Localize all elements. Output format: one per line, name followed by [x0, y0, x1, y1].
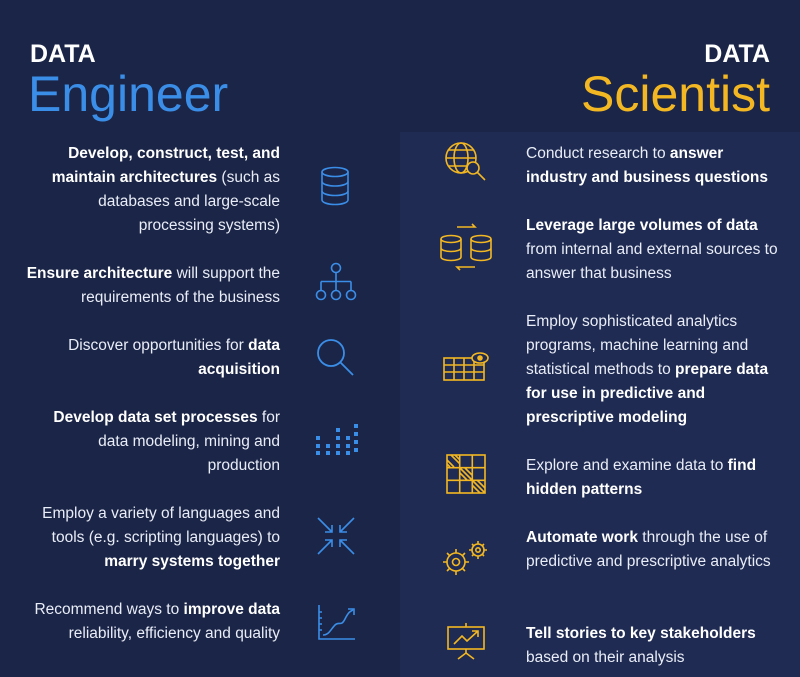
scientist-title: Scientist: [581, 66, 770, 122]
pattern-grid-icon: [446, 454, 486, 494]
data-grid-icon: [314, 422, 358, 456]
engineer-item: Develop, construct, test, and maintain a…: [51, 145, 280, 234]
engineer-item: Employ a variety of languages and tools …: [42, 505, 280, 570]
engineer-kicker: DATA: [30, 40, 96, 68]
scientist-item: Tell stories to key stakeholders based o…: [526, 625, 756, 666]
search-icon: [314, 336, 356, 378]
scientist-item: Employ sophisticated analytics programs,…: [526, 313, 769, 426]
hierarchy-icon: [314, 262, 358, 304]
gears-icon: [440, 540, 490, 578]
database-sync-icon: [437, 220, 495, 274]
engineer-item: Discover opportunities for data acquisit…: [68, 337, 280, 378]
scientist-item: Explore and examine data to find hidden …: [526, 457, 757, 498]
engineer-item: Recommend ways to improve data reliabili…: [34, 601, 280, 642]
engineer-title: Engineer: [28, 66, 229, 122]
scientist-item: Conduct research to answer industry and …: [526, 145, 769, 186]
engineer-item: Develop data set processes for data mode…: [53, 409, 280, 474]
database-icon: [318, 166, 352, 206]
scientist-item: Leverage large volumes of data from inte…: [526, 217, 778, 282]
globe-search-icon: [443, 140, 489, 182]
scientist-item: Automate work through the use of predict…: [526, 529, 771, 570]
grid-eye-icon: [442, 350, 492, 382]
presentation-icon: [446, 622, 486, 660]
scientist-kicker: DATA: [704, 40, 770, 68]
engineer-item: Ensure architecture will support the req…: [26, 265, 280, 306]
converge-arrows-icon: [316, 516, 356, 556]
line-chart-icon: [316, 604, 356, 642]
